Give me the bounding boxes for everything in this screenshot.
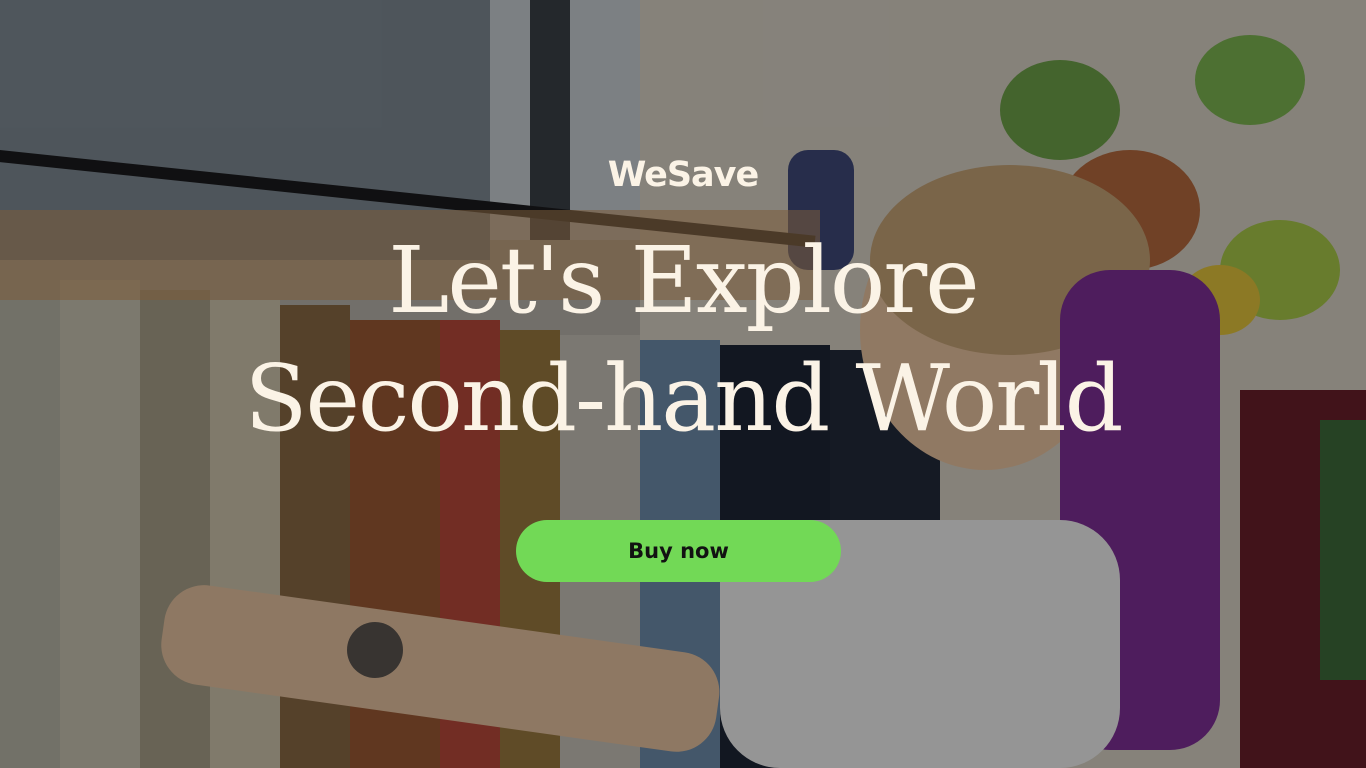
hero-headline: Let's Explore Second-hand World	[0, 222, 1366, 458]
hero-headline-line-1: Let's Explore	[388, 227, 979, 334]
brand-logo[interactable]: WeSave	[0, 155, 1366, 195]
hero-section: WeSave Let's Explore Second-hand World B…	[0, 0, 1366, 768]
hero-headline-line-2: Second-hand World	[244, 345, 1123, 452]
buy-now-button[interactable]: Buy now	[516, 520, 841, 582]
